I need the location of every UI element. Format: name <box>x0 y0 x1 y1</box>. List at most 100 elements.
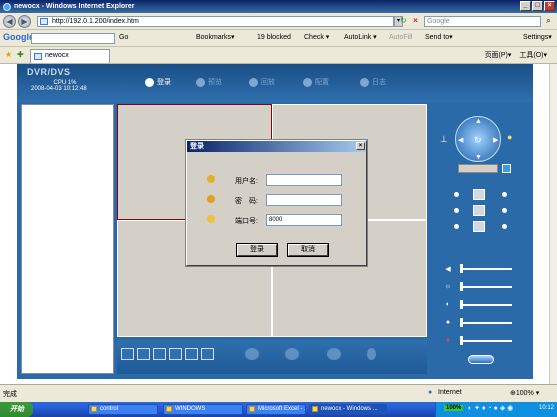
page-scrollbar[interactable] <box>549 64 557 384</box>
tray-icons[interactable]: ◐ ✦ ♦ ◔ ● ◈ ◉ <box>468 404 513 412</box>
menu-login[interactable]: 登录 <box>145 77 171 87</box>
snapshot-icon[interactable] <box>285 348 299 360</box>
tour-icon[interactable]: ⊥ <box>440 134 448 145</box>
refresh-icon[interactable]: ↻ <box>398 16 409 27</box>
page-icon <box>40 18 48 25</box>
close-window-button[interactable]: × <box>544 1 555 11</box>
task-icon <box>91 406 97 412</box>
spellcheck-button[interactable]: Check ▾ <box>304 33 329 43</box>
page-menu-button[interactable]: 页面(P)▾ <box>485 52 512 59</box>
ptz-direction-pad[interactable]: ▲ ▼ ◀ ▶ ↻ <box>455 116 501 162</box>
forward-button[interactable]: ▶ <box>18 15 31 28</box>
contrast-slider[interactable]: ◐ <box>444 300 514 310</box>
back-button[interactable]: ◀ <box>3 15 16 28</box>
start-button[interactable]: 开始 <box>0 402 33 417</box>
taskbar-item[interactable]: WINDOWS <box>163 404 243 415</box>
battery-indicator[interactable]: 100% <box>444 405 464 411</box>
stop-icon[interactable]: × <box>410 16 421 27</box>
url-text: http://192.0.1.200/index.htm <box>52 18 139 25</box>
config-icon <box>303 77 312 87</box>
menu-playback[interactable]: 回放 <box>249 77 275 87</box>
zone-text: Internet <box>438 389 462 396</box>
start-label: 开始 <box>10 406 24 413</box>
device-tree-panel[interactable] <box>21 104 114 374</box>
settings-button[interactable]: Settings▾ <box>523 33 552 43</box>
close-dialog-button[interactable]: × <box>356 142 365 150</box>
google-search-input[interactable] <box>31 33 115 44</box>
menu-log[interactable]: 日志 <box>360 77 386 87</box>
ptz-right-icon[interactable]: ▶ <box>493 136 498 144</box>
ptz-auto-icon[interactable]: ↻ <box>474 135 482 146</box>
taskbar-item[interactable]: newocx - Windows ... <box>309 404 387 415</box>
focus-far-dot[interactable] <box>502 208 507 213</box>
reset-color-button[interactable] <box>468 355 494 364</box>
port-row: 端口号: 8000 <box>207 214 347 226</box>
light-icon[interactable]: ● <box>507 132 512 142</box>
iris-close-dot[interactable] <box>502 224 507 229</box>
zoom-in-dot[interactable] <box>454 192 459 197</box>
port-field[interactable]: 8000 <box>266 214 342 226</box>
address-input[interactable]: http://192.0.1.200/index.htm <box>37 16 394 27</box>
minimize-button[interactable]: _ <box>520 1 531 11</box>
tab-newocx[interactable]: newocx <box>30 49 110 63</box>
record-icon[interactable] <box>245 348 259 360</box>
popup-blocked-button[interactable]: 19 blocked <box>257 33 291 43</box>
status-text: 完成 <box>3 391 17 398</box>
search-go-icon[interactable]: ⌕ <box>543 16 554 27</box>
tools-menu-button[interactable]: 工具(O)▾ <box>519 52 547 59</box>
task-label: control <box>100 406 119 412</box>
menu-label: 日志 <box>372 79 386 86</box>
ptz-down-icon[interactable]: ▼ <box>475 154 482 161</box>
ptz-up-icon[interactable]: ▲ <box>475 118 482 125</box>
iris-open-dot[interactable] <box>454 224 459 229</box>
username-row: 用户名: <box>207 174 347 186</box>
focus-icon <box>473 205 485 216</box>
maximize-button[interactable]: □ <box>532 1 543 11</box>
menu-config[interactable]: 配置 <box>303 77 329 87</box>
hue-slider[interactable]: ● <box>444 336 514 346</box>
brightness-slider[interactable]: ☼ <box>444 282 514 292</box>
username-label: 用户名: <box>235 178 258 185</box>
layout-6-button[interactable] <box>153 348 166 360</box>
audio-icon[interactable] <box>367 348 376 360</box>
taskbar-item[interactable]: Microsoft Excel - ... <box>246 404 306 415</box>
autofill-button[interactable]: AutoFill <box>389 33 412 43</box>
preview-icon <box>196 77 205 87</box>
status-bar: 完成 ● Internet ⊕100% ▾ <box>0 384 557 402</box>
login-dialog: 登录 × 用户名: 密 码: 端口号: 8000 登录 取消 <box>185 139 368 267</box>
google-go-button[interactable]: Go <box>119 33 128 43</box>
volume-slider[interactable]: ◀ <box>444 264 514 274</box>
taskbar-item[interactable]: control <box>88 404 158 415</box>
ptz-panel: ⊥ ● ▲ ▼ ◀ ▶ ↻ ◀ ☼ ◐ ● ● <box>430 104 530 374</box>
search-input[interactable]: Google <box>424 16 541 27</box>
cancel-button[interactable]: 取消 <box>287 243 329 257</box>
port-label: 端口号: <box>235 218 258 225</box>
layout-4-button[interactable] <box>137 348 150 360</box>
clock[interactable]: 10:12 <box>539 405 554 411</box>
login-button[interactable]: 登录 <box>236 243 278 257</box>
favorites-star-icon[interactable]: ★ <box>5 50 12 59</box>
bookmarks-button[interactable]: Bookmarks▾ <box>196 33 235 43</box>
ptz-left-icon[interactable]: ◀ <box>458 136 463 144</box>
sendto-button[interactable]: Send to▾ <box>425 33 453 43</box>
zoom-control[interactable]: ⊕100% ▾ <box>510 389 539 397</box>
saturation-slider[interactable]: ● <box>444 318 514 328</box>
layout-1-button[interactable] <box>121 348 134 360</box>
username-field[interactable] <box>266 174 342 186</box>
password-field[interactable] <box>266 194 342 206</box>
layout-8-button[interactable] <box>169 348 182 360</box>
add-favorites-icon[interactable]: ✚ <box>17 50 24 59</box>
layout-16-button[interactable] <box>201 348 214 360</box>
saturation-icon: ● <box>445 319 451 326</box>
layout-9-button[interactable] <box>185 348 198 360</box>
taskbar: 开始 control WINDOWS Microsoft Excel - ... ne… <box>0 402 557 417</box>
tab-bar: ★ ✚ newocx 页面(P)▾ 工具(O)▾ <box>0 47 557 64</box>
window-title-bar: newocx - Windows Internet Explorer _ □ × <box>0 0 557 13</box>
preset-input[interactable] <box>458 164 498 173</box>
stop-preview-icon[interactable] <box>327 348 341 360</box>
zoom-out-dot[interactable] <box>502 192 507 197</box>
focus-near-dot[interactable] <box>454 208 459 213</box>
menu-preview[interactable]: 预览 <box>196 77 222 87</box>
autolink-button[interactable]: AutoLink ▾ <box>344 33 377 43</box>
preset-go-button[interactable] <box>502 164 511 173</box>
